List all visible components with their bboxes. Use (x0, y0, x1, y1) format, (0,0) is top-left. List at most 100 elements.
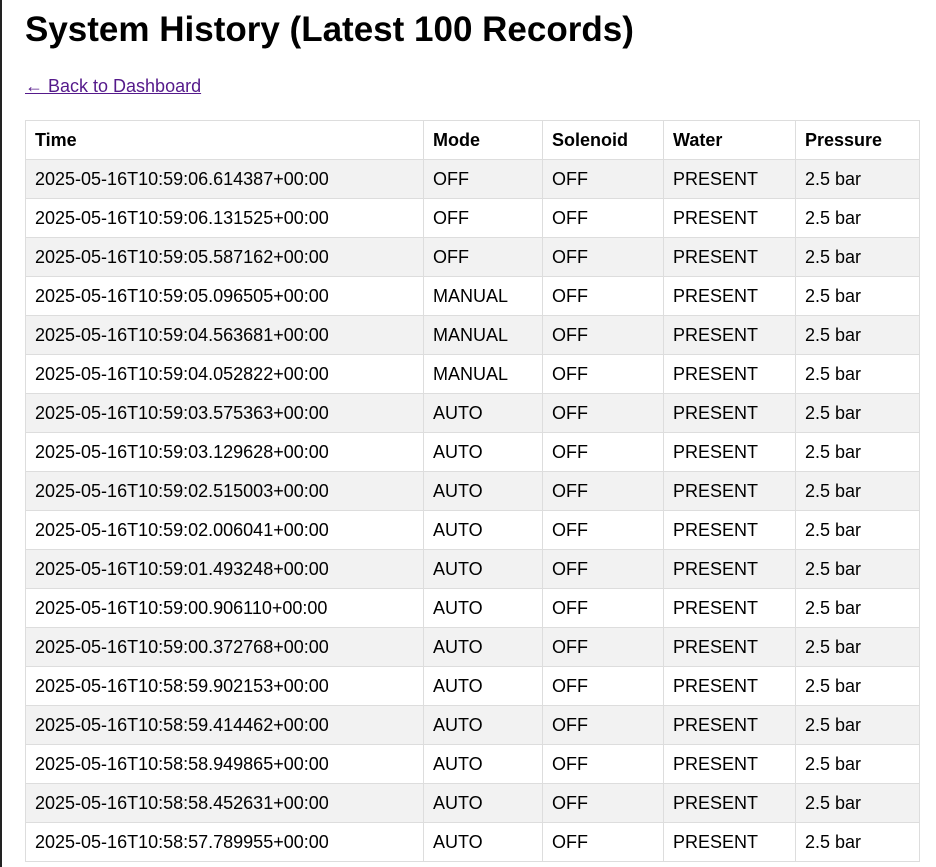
cell-pressure: 2.5 bar (795, 393, 920, 433)
cell-pressure: 2.5 bar (795, 588, 920, 628)
cell-time: 2025-05-16T10:59:02.515003+00:00 (25, 471, 424, 511)
table-row: 2025-05-16T10:58:57.789955+00:00 AUTO OFF P… (25, 822, 920, 862)
cell-water: PRESENT (663, 744, 796, 784)
back-to-dashboard-link[interactable]: ← Back to Dashboard (25, 75, 201, 97)
cell-solenoid: OFF (542, 627, 664, 667)
cell-time: 2025-05-16T10:59:03.575363+00:00 (25, 393, 424, 433)
cell-mode: AUTO (423, 549, 543, 589)
table-row: 2025-05-16T10:58:58.452631+00:00 AUTO OFF P… (25, 783, 920, 823)
cell-solenoid: OFF (542, 588, 664, 628)
cell-solenoid: OFF (542, 276, 664, 316)
table-row: 2025-05-16T10:58:59.902153+00:00 AUTO OFF P… (25, 666, 920, 706)
cell-pressure: 2.5 bar (795, 783, 920, 823)
cell-pressure: 2.5 bar (795, 627, 920, 667)
table-row: 2025-05-16T10:58:59.414462+00:00 AUTO OFF P… (25, 705, 920, 745)
column-header-mode: Mode (423, 120, 543, 160)
cell-pressure: 2.5 bar (795, 666, 920, 706)
cell-mode: AUTO (423, 705, 543, 745)
cell-time: 2025-05-16T10:58:58.452631+00:00 (25, 783, 424, 823)
page: System History (Latest 100 Records) ← Ba… (0, 0, 936, 867)
column-header-pressure: Pressure (795, 120, 920, 160)
cell-mode: AUTO (423, 744, 543, 784)
cell-solenoid: OFF (542, 432, 664, 472)
cell-pressure: 2.5 bar (795, 198, 920, 238)
table-row: 2025-05-16T10:59:01.493248+00:00 AUTO OFF P… (25, 549, 920, 589)
cell-mode: AUTO (423, 822, 543, 862)
column-header-water: Water (663, 120, 796, 160)
cell-mode: AUTO (423, 783, 543, 823)
cell-water: PRESENT (663, 315, 796, 355)
cell-pressure: 2.5 bar (795, 744, 920, 784)
table-row: 2025-05-16T10:59:02.006041+00:00 AUTO OFF P… (25, 510, 920, 550)
cell-mode: AUTO (423, 393, 543, 433)
cell-water: PRESENT (663, 471, 796, 511)
cell-water: PRESENT (663, 159, 796, 199)
cell-water: PRESENT (663, 588, 796, 628)
cell-pressure: 2.5 bar (795, 276, 920, 316)
cell-solenoid: OFF (542, 510, 664, 550)
cell-time: 2025-05-16T10:59:06.614387+00:00 (25, 159, 424, 199)
cell-time: 2025-05-16T10:59:05.587162+00:00 (25, 237, 424, 277)
table-row: 2025-05-16T10:58:58.949865+00:00 AUTO OFF P… (25, 744, 920, 784)
table-row: 2025-05-16T10:59:04.052822+00:00 MANUAL OF… (25, 354, 920, 394)
history-table: Time Mode Solenoid Water Pressure 2025-0… (25, 120, 920, 862)
cell-solenoid: OFF (542, 822, 664, 862)
column-header-time: Time (25, 120, 424, 160)
cell-time: 2025-05-16T10:58:59.414462+00:00 (25, 705, 424, 745)
cell-pressure: 2.5 bar (795, 354, 920, 394)
cell-pressure: 2.5 bar (795, 510, 920, 550)
column-header-solenoid: Solenoid (542, 120, 664, 160)
cell-mode: OFF (423, 159, 543, 199)
table-row: 2025-05-16T10:59:04.563681+00:00 MANUAL OF… (25, 315, 920, 355)
cell-mode: AUTO (423, 588, 543, 628)
cell-water: PRESENT (663, 549, 796, 589)
cell-time: 2025-05-16T10:59:04.052822+00:00 (25, 354, 424, 394)
cell-time: 2025-05-16T10:59:04.563681+00:00 (25, 315, 424, 355)
table-row: 2025-05-16T10:59:05.587162+00:00 OFF OFF PR… (25, 237, 920, 277)
table-row: 2025-05-16T10:59:03.129628+00:00 AUTO OFF P… (25, 432, 920, 472)
cell-time: 2025-05-16T10:58:59.902153+00:00 (25, 666, 424, 706)
cell-pressure: 2.5 bar (795, 432, 920, 472)
cell-solenoid: OFF (542, 471, 664, 511)
cell-mode: MANUAL (423, 315, 543, 355)
cell-mode: AUTO (423, 666, 543, 706)
table-row: 2025-05-16T10:59:05.096505+00:00 MANUAL OF… (25, 276, 920, 316)
cell-solenoid: OFF (542, 393, 664, 433)
cell-pressure: 2.5 bar (795, 315, 920, 355)
cell-water: PRESENT (663, 237, 796, 277)
table-row: 2025-05-16T10:59:03.575363+00:00 AUTO OFF P… (25, 393, 920, 433)
cell-pressure: 2.5 bar (795, 549, 920, 589)
cell-mode: AUTO (423, 471, 543, 511)
table-row: 2025-05-16T10:59:02.515003+00:00 AUTO OFF P… (25, 471, 920, 511)
cell-solenoid: OFF (542, 744, 664, 784)
cell-solenoid: OFF (542, 315, 664, 355)
cell-pressure: 2.5 bar (795, 822, 920, 862)
cell-water: PRESENT (663, 822, 796, 862)
cell-water: PRESENT (663, 198, 796, 238)
cell-solenoid: OFF (542, 783, 664, 823)
cell-water: PRESENT (663, 432, 796, 472)
cell-mode: MANUAL (423, 354, 543, 394)
cell-water: PRESENT (663, 783, 796, 823)
cell-time: 2025-05-16T10:58:57.789955+00:00 (25, 822, 424, 862)
cell-water: PRESENT (663, 705, 796, 745)
cell-mode: AUTO (423, 432, 543, 472)
cell-pressure: 2.5 bar (795, 471, 920, 511)
cell-pressure: 2.5 bar (795, 705, 920, 745)
page-title: System History (Latest 100 Records) (25, 10, 634, 49)
header-row: Time Mode Solenoid Water Pressure (25, 120, 920, 160)
cell-time: 2025-05-16T10:59:01.493248+00:00 (25, 549, 424, 589)
cell-pressure: 2.5 bar (795, 237, 920, 277)
history-table-body: 2025-05-16T10:59:06.614387+00:00 OFF OFF PR… (25, 159, 920, 862)
cell-water: PRESENT (663, 510, 796, 550)
cell-time: 2025-05-16T10:59:00.906110+00:00 (25, 588, 424, 628)
cell-solenoid: OFF (542, 549, 664, 589)
cell-solenoid: OFF (542, 705, 664, 745)
cell-time: 2025-05-16T10:59:00.372768+00:00 (25, 627, 424, 667)
cell-mode: AUTO (423, 510, 543, 550)
cell-mode: MANUAL (423, 276, 543, 316)
cell-water: PRESENT (663, 276, 796, 316)
table-row: 2025-05-16T10:59:00.372768+00:00 AUTO OFF P… (25, 627, 920, 667)
cell-time: 2025-05-16T10:59:02.006041+00:00 (25, 510, 424, 550)
cell-solenoid: OFF (542, 666, 664, 706)
